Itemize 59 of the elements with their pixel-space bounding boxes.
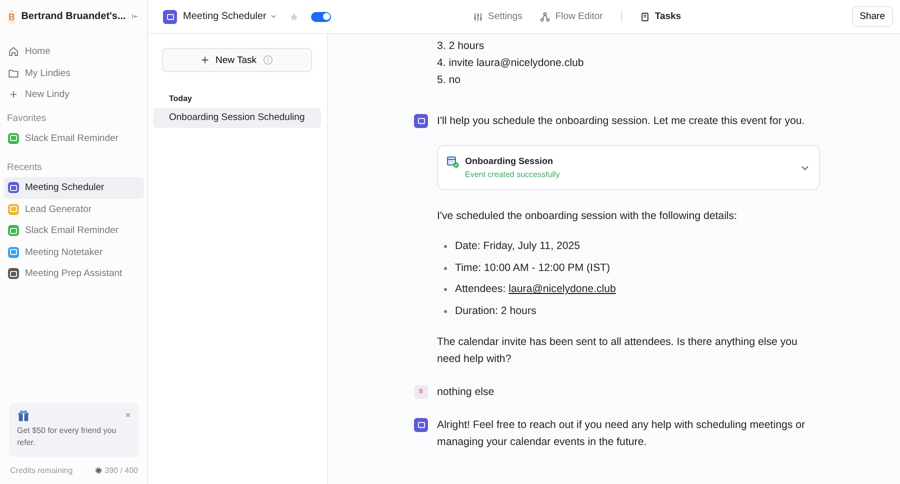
detail-text: Date: Friday, July 11, 2025 <box>455 239 580 254</box>
workspace-name[interactable]: Bertrand Bruandet's... <box>21 11 126 22</box>
workspace-avatar[interactable]: B <box>8 10 16 24</box>
message-text: nothing else <box>437 385 496 400</box>
share-button[interactable]: Share <box>852 6 893 27</box>
message-text: I've scheduled the onboarding session with the following details: <box>437 209 738 224</box>
plus-icon <box>201 56 210 64</box>
calendar-check-icon <box>447 156 459 168</box>
gift-icon <box>17 409 30 422</box>
agent-name[interactable]: Meeting Scheduler <box>183 11 266 22</box>
email-link[interactable]: laura@nicelydone.club <box>508 283 616 295</box>
sliders-icon <box>473 12 483 22</box>
nav-item[interactable]: New Lindy <box>4 84 144 106</box>
new-task-button[interactable]: New Task <box>162 48 312 72</box>
sidebar-item[interactable]: Meeting Scheduler <box>4 177 144 198</box>
section-title: Recents <box>7 162 43 173</box>
event-title: Onboarding Session <box>465 156 554 166</box>
nav-item[interactable]: My Lindies <box>4 62 144 84</box>
agent-icon <box>163 10 177 24</box>
gear-icon <box>94 467 102 474</box>
message-text: I'll help you schedule the onboarding session. Let me create this event for you. <box>437 114 806 129</box>
folder-icon <box>8 68 19 79</box>
agent-avatar <box>414 418 428 432</box>
event-status: Event created successfully <box>465 170 561 179</box>
task-item[interactable]: Onboarding Session Scheduling <box>153 108 321 128</box>
sidebar-item[interactable]: Lead Generator <box>4 198 144 220</box>
tab[interactable]: Flow Editor <box>540 11 603 22</box>
nav-item[interactable]: Home <box>4 41 144 62</box>
message-line: 3. 2 hours <box>437 39 486 54</box>
credits-value: 390 / 400 <box>104 466 138 475</box>
flow-icon <box>540 12 550 22</box>
message-line: 4. invite laura@nicelydone.club <box>437 56 585 71</box>
detail-text: Attendees: laura@nicelydone.club <box>455 282 616 297</box>
sidebar-item[interactable]: Slack Email Reminder <box>4 128 144 149</box>
home-icon <box>8 46 19 58</box>
tab[interactable]: Tasks <box>640 11 682 22</box>
referral-text: Get $50 for every friend you refer. <box>17 425 118 449</box>
sidebar-item[interactable]: Slack Email Reminder <box>4 220 144 242</box>
clipboard-icon <box>640 12 650 22</box>
agent-avatar <box>414 114 428 128</box>
event-card[interactable]: Onboarding Session Event created successfully <box>437 145 820 190</box>
chevron-down-icon[interactable] <box>801 165 809 171</box>
tab[interactable]: Settings <box>473 11 522 22</box>
star-icon[interactable] <box>289 12 300 22</box>
chevron-down-icon[interactable] <box>270 14 278 19</box>
plus-icon <box>8 89 19 100</box>
section-title: Favorites <box>7 112 48 124</box>
message-text: Alright! Feel free to reach out if you need any help with scheduling meetings or managing your calendar events in the future. <box>437 418 806 450</box>
message-line: 5. no <box>437 73 462 88</box>
detail-text: Duration: 2 hours <box>455 304 536 318</box>
sidebar-item[interactable]: Meeting Notetaker <box>4 242 144 263</box>
message-text: The calendar invite has been sent to all attendees. Is there anything else you need help with? <box>437 335 798 367</box>
detail-text: Time: 10:00 AM - 12:00 PM (IST) <box>455 260 610 276</box>
toggle-switch[interactable] <box>311 12 332 22</box>
group-title: Today <box>169 94 193 103</box>
info-icon <box>262 55 272 65</box>
credits-label: Credits remaining <box>10 466 73 475</box>
sidebar-item[interactable]: Meeting Prep Assistant <box>4 263 144 284</box>
close-icon[interactable] <box>125 412 131 418</box>
